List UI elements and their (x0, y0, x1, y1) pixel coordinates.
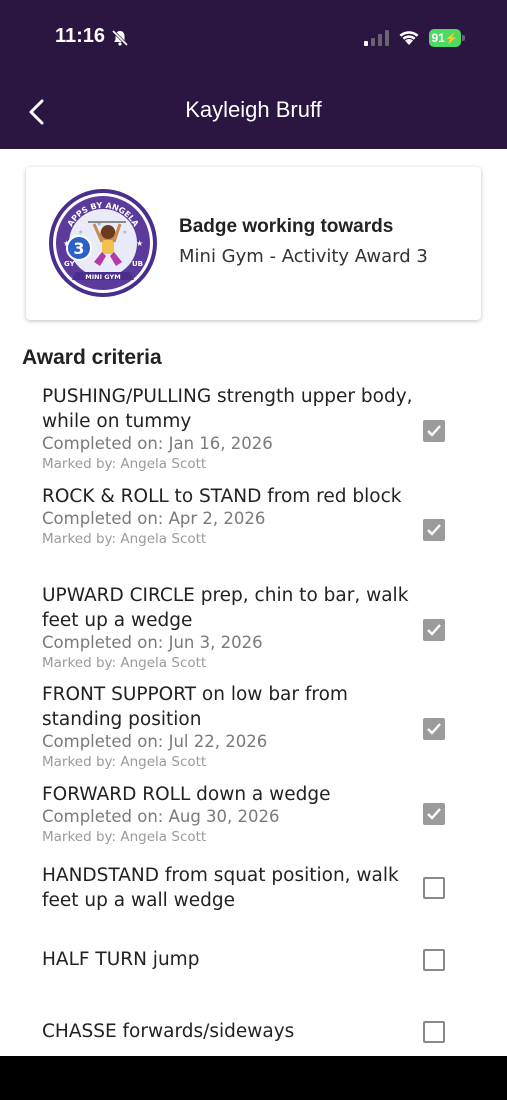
criteria-checkbox-unchecked[interactable] (423, 1021, 445, 1043)
checkmark-icon (427, 808, 441, 820)
criteria-title: HANDSTAND from squat position, walk feet… (42, 865, 399, 911)
badge-card-subtitle: Mini Gym - Activity Award 3 (179, 246, 428, 267)
svg-text:MINI GYM: MINI GYM (85, 273, 120, 281)
criteria-checkbox-checked[interactable] (423, 519, 445, 541)
criteria-checkbox-checked[interactable] (423, 718, 445, 740)
bell-muted-icon (111, 29, 129, 47)
battery-tip (462, 35, 465, 41)
criteria-title: PUSHING/PULLING strength upper body, whi… (42, 386, 413, 432)
criteria-completed-date: Completed on: Jan 16, 2026 (42, 434, 273, 453)
criteria-title: FORWARD ROLL down a wedge (42, 784, 331, 805)
criteria-item: HANDSTAND from squat position, walk feet… (42, 863, 432, 913)
battery-level: 91 (431, 31, 445, 45)
cellular-signal-icon (364, 30, 389, 46)
criteria-checkbox-unchecked[interactable] (423, 949, 445, 971)
criteria-item: ROCK & ROLL to STAND from red block Comp… (42, 484, 432, 549)
criteria-item: CHASSE forwards/sideways (42, 1019, 432, 1044)
svg-text:3: 3 (73, 239, 84, 258)
criteria-marked-by: Marked by: Angela Scott (42, 655, 207, 671)
criteria-item: HALF TURN jump (42, 947, 432, 972)
criteria-title: HALF TURN jump (42, 949, 200, 970)
criteria-title: ROCK & ROLL to STAND from red block (42, 486, 402, 507)
criteria-item: PUSHING/PULLING strength upper body, whi… (42, 384, 432, 474)
criteria-title: CHASSE forwards/sideways (42, 1021, 295, 1042)
svg-text:★: ★ (78, 229, 83, 236)
criteria-marked-by: Marked by: Angela Scott (42, 754, 207, 770)
battery-icon: 91 ⚡ (429, 29, 461, 47)
criteria-checkbox-unchecked[interactable] (423, 877, 445, 899)
nav-bar: Kayleigh Bruff (0, 75, 507, 149)
svg-text:★: ★ (122, 229, 127, 236)
criteria-item: FORWARD ROLL down a wedge Completed on: … (42, 782, 432, 847)
badge-card-title: Badge working towards (179, 216, 394, 237)
criteria-completed-date: Completed on: Aug 30, 2026 (42, 807, 280, 826)
status-bar: 11:16 91 ⚡ (0, 0, 507, 75)
criteria-completed-date: Completed on: Apr 2, 2026 (42, 509, 266, 528)
criteria-checkbox-checked[interactable] (423, 619, 445, 641)
criteria-checkbox-checked[interactable] (423, 420, 445, 442)
checkmark-icon (427, 624, 441, 636)
checkmark-icon (427, 723, 441, 735)
wifi-icon (399, 31, 419, 45)
status-time: 11:16 (55, 25, 106, 47)
criteria-completed-date: Completed on: Jun 3, 2026 (42, 633, 263, 652)
criteria-completed-date: Completed on: Jul 22, 2026 (42, 732, 268, 751)
criteria-checkbox-checked[interactable] (423, 803, 445, 825)
criteria-marked-by: Marked by: Angela Scott (42, 829, 207, 845)
checkmark-icon (427, 524, 441, 536)
award-criteria-heading: Award criteria (22, 346, 162, 369)
svg-text:GY: GY (64, 260, 76, 268)
criteria-title: FRONT SUPPORT on low bar from standing p… (42, 684, 348, 730)
criteria-title: UPWARD CIRCLE prep, chin to bar, walk fe… (42, 585, 409, 631)
home-indicator-bar (0, 1056, 507, 1100)
criteria-marked-by: Marked by: Angela Scott (42, 456, 207, 472)
criteria-item: UPWARD CIRCLE prep, chin to bar, walk fe… (42, 583, 432, 673)
svg-text:★: ★ (136, 239, 143, 248)
svg-text:UB: UB (132, 260, 143, 268)
mini-gym-badge-logo: APPS BY ANGELA GY UB ★ ★ ★ ★ ★ 3 MINI GY… (49, 189, 157, 297)
criteria-item: FRONT SUPPORT on low bar from standing p… (42, 682, 432, 772)
badge-card: APPS BY ANGELA GY UB ★ ★ ★ ★ ★ 3 MINI GY… (26, 167, 481, 320)
page-title: Kayleigh Bruff (185, 97, 322, 122)
checkmark-icon (427, 425, 441, 437)
criteria-marked-by: Marked by: Angela Scott (42, 531, 207, 547)
